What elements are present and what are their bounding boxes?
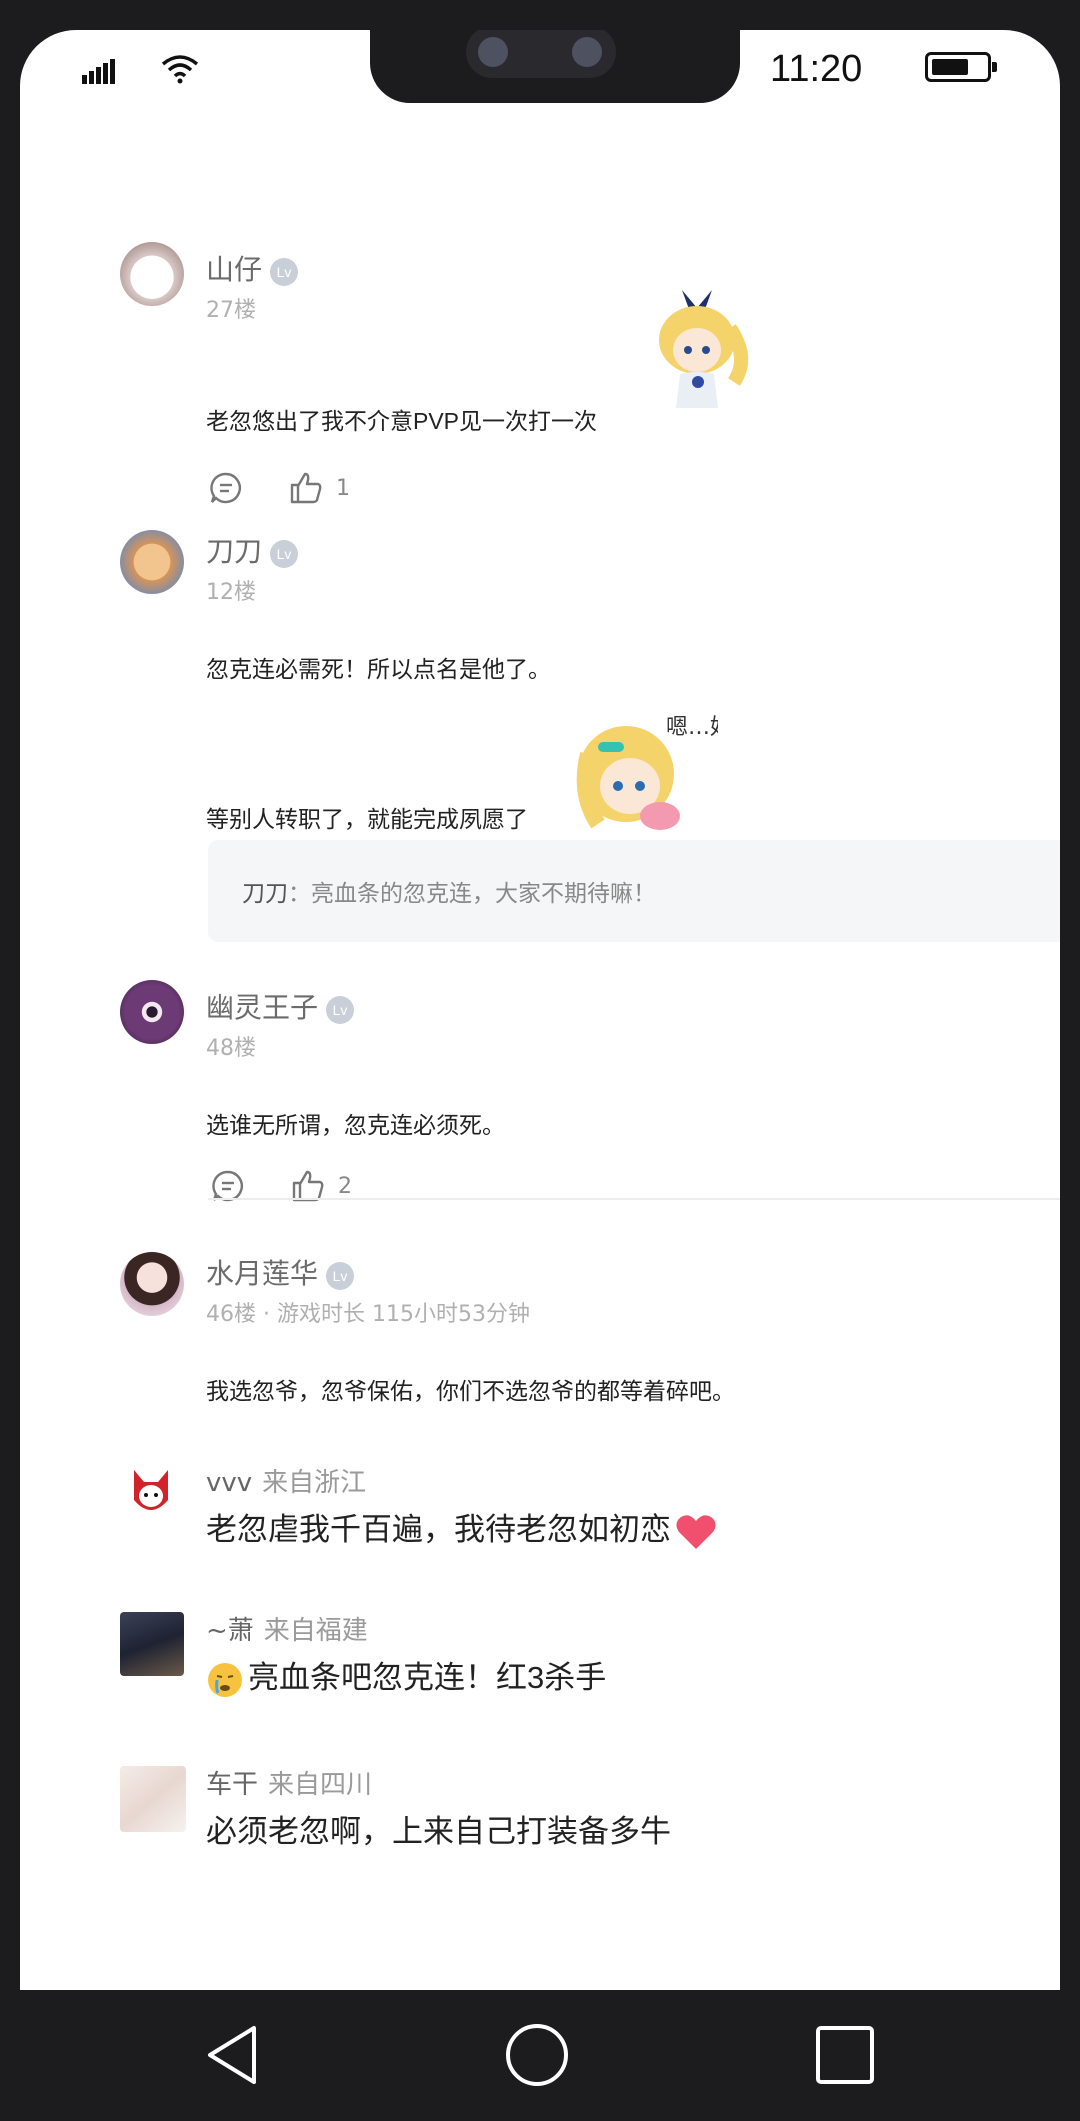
- divider: [208, 1198, 1060, 1200]
- phone-frame: 11:20 山仔 Lv 27楼 老忽悠出了我不介意PVP见一次打一次 1 刀刀 …: [0, 0, 1080, 2121]
- quote-body: 亮血条的忽克连，大家不期待嘛！: [311, 881, 656, 907]
- avatar[interactable]: [120, 1252, 184, 1316]
- avatar[interactable]: [120, 530, 184, 594]
- triangle-back-icon[interactable]: [200, 2020, 270, 2090]
- wifi-icon: [161, 55, 199, 84]
- comment-text: 老忽悠出了我不介意PVP见一次打一次: [206, 408, 598, 434]
- like-count: 1: [336, 475, 350, 501]
- comment-username[interactable]: 幽灵王子 Lv: [206, 986, 355, 1026]
- status-time: 11:20: [770, 48, 863, 90]
- avatar[interactable]: [128, 1466, 174, 1520]
- crying-emoji-icon: [208, 1662, 242, 1697]
- reply-user: ~萧: [206, 1616, 254, 1646]
- circle-home-icon[interactable]: [502, 2020, 572, 2090]
- quote-author: 刀刀: [242, 881, 288, 907]
- reply-text: 亮血条吧忽克连！红3杀手: [206, 1652, 606, 1699]
- sensor-icon: [572, 37, 602, 67]
- username-text: 山仔: [206, 254, 263, 285]
- camera-bar: [466, 30, 616, 78]
- battery-icon: [925, 52, 997, 82]
- anime-sticker-image: 嗯…好累呀: [576, 715, 718, 830]
- floor-label: 46楼 · 游戏时长 115小时53分钟: [206, 1302, 530, 1327]
- comment-text: 我选忽爷，忽爷保佑，你们不选忽爷的都等着碎吧。: [206, 1378, 735, 1404]
- reply-location: 来自福建: [263, 1616, 368, 1646]
- reply-text-body: 老忽虐我千百遍，我待老忽如初恋: [206, 1512, 671, 1547]
- floor-label: 27楼: [206, 298, 256, 323]
- level-badge-icon: Lv: [270, 257, 299, 286]
- floor-label: 48楼: [206, 1036, 256, 1061]
- camera-lens-icon: [478, 37, 508, 67]
- reply-text: 老忽虐我千百遍，我待老忽如初恋: [206, 1504, 717, 1551]
- comment-text: 等别人转职了，就能完成夙愿了: [206, 806, 528, 832]
- comment-text: 选谁无所谓，忽克连必须死。: [206, 1112, 505, 1138]
- level-badge-icon: Lv: [326, 1261, 355, 1290]
- avatar[interactable]: [120, 242, 184, 306]
- signal-icon: [82, 59, 115, 84]
- reply-user: vvv: [206, 1468, 253, 1498]
- comment-username[interactable]: 水月莲华 Lv: [206, 1252, 355, 1292]
- quote-separator: ：: [288, 881, 311, 907]
- comment-username[interactable]: 刀刀 Lv: [206, 530, 299, 570]
- level-badge-icon: Lv: [270, 539, 299, 568]
- username-text: 水月莲华: [206, 1258, 319, 1289]
- floor-label: 12楼: [206, 580, 256, 605]
- username-text: 刀刀: [206, 536, 263, 567]
- avatar[interactable]: [120, 1612, 184, 1676]
- reply-location: 来自浙江: [262, 1468, 367, 1498]
- quoted-comment[interactable]: 刀刀：亮血条的忽克连，大家不期待嘛！: [208, 840, 1060, 942]
- quote-text: 刀刀：亮血条的忽克连，大家不期待嘛！: [242, 874, 656, 908]
- notch: [370, 30, 740, 103]
- reply-text-body: 亮血条吧忽克连！红3杀手: [248, 1660, 607, 1695]
- reply-user: 车干: [206, 1770, 259, 1800]
- comment-text: 忽克连必需死！所以点名是他了。: [206, 656, 551, 682]
- anime-sticker-image: [659, 290, 748, 408]
- heart-emoji-icon: [676, 1515, 716, 1549]
- system-nav-bar: [0, 1990, 1080, 2121]
- avatar[interactable]: [120, 980, 184, 1044]
- comment-actions: 1: [208, 470, 350, 506]
- sticker-text: 嗯…好累呀: [666, 715, 718, 740]
- comment-username[interactable]: 山仔 Lv: [206, 248, 299, 288]
- level-badge-icon: Lv: [326, 995, 355, 1024]
- square-recent-icon[interactable]: [810, 2020, 880, 2090]
- reply-username[interactable]: ~萧 来自福建: [206, 1610, 368, 1647]
- comment-bubble-icon[interactable]: [208, 470, 244, 506]
- reply-username[interactable]: 车干 来自四川: [206, 1764, 372, 1801]
- reply-text: 必须老忽啊，上来自己打装备多牛: [206, 1814, 671, 1849]
- reply-username[interactable]: vvv 来自浙江: [206, 1462, 366, 1499]
- like-count: 2: [338, 1173, 352, 1199]
- username-text: 幽灵王子: [206, 992, 319, 1023]
- reply-location: 来自四川: [268, 1770, 373, 1800]
- screen: 11:20 山仔 Lv 27楼 老忽悠出了我不介意PVP见一次打一次 1 刀刀 …: [20, 30, 1060, 1990]
- avatar[interactable]: [120, 1766, 186, 1832]
- thumbs-up-icon[interactable]: [288, 470, 324, 506]
